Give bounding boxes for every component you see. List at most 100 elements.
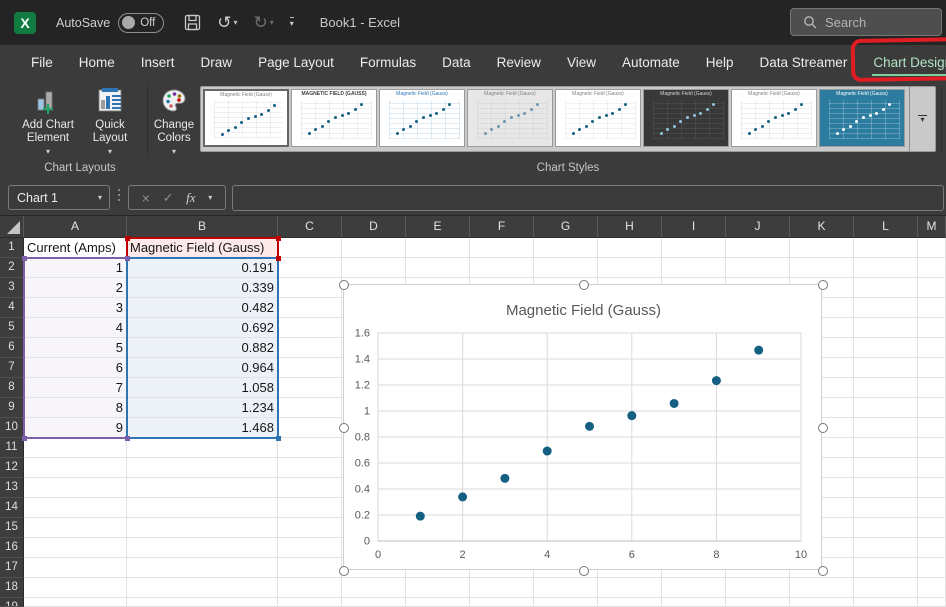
grid-cell[interactable] — [790, 258, 854, 278]
grid-cell[interactable] — [918, 498, 946, 518]
grid-cell[interactable] — [278, 298, 342, 318]
save-button[interactable] — [184, 14, 201, 31]
grid-cell[interactable]: 0.191 — [127, 258, 278, 278]
grid-cell[interactable] — [918, 558, 946, 578]
name-box[interactable]: Chart 1 ▾ — [8, 185, 110, 210]
grid-cell[interactable] — [854, 418, 918, 438]
column-header-G[interactable]: G — [534, 216, 598, 238]
column-header-K[interactable]: K — [790, 216, 854, 238]
grid-cell[interactable] — [278, 278, 342, 298]
grid-cell[interactable] — [406, 578, 470, 598]
grid-cell[interactable] — [854, 558, 918, 578]
grid-cell[interactable] — [918, 378, 946, 398]
grid-cell[interactable] — [278, 438, 342, 458]
grid-cell[interactable] — [662, 238, 726, 258]
grid-cell[interactable] — [918, 278, 946, 298]
grid-cell[interactable] — [662, 598, 726, 607]
grid-cell[interactable] — [918, 338, 946, 358]
chart-style-thumbnail[interactable]: Magnetic Field (Gauss) — [555, 89, 641, 147]
tab-file[interactable]: File — [18, 45, 66, 80]
chart-object[interactable]: Magnetic Field (Gauss)00.20.40.60.811.21… — [343, 284, 822, 570]
grid-cell[interactable] — [726, 258, 790, 278]
chevron-down-icon[interactable]: ▾ — [233, 18, 237, 27]
grid-cell[interactable] — [406, 598, 470, 607]
grid-cell[interactable] — [24, 518, 127, 538]
data-point[interactable] — [543, 447, 552, 456]
row-header-8[interactable]: 8 — [0, 378, 24, 398]
grid-cell[interactable] — [24, 458, 127, 478]
grid-cell[interactable]: 1 — [24, 258, 127, 278]
data-point[interactable] — [458, 492, 467, 501]
data-point[interactable] — [500, 474, 509, 483]
chart-resize-handle[interactable] — [818, 423, 828, 433]
grid-cell[interactable] — [854, 258, 918, 278]
tab-insert[interactable]: Insert — [128, 45, 188, 80]
grid-cell[interactable] — [598, 238, 662, 258]
select-all-button[interactable] — [0, 216, 24, 238]
grid-cell[interactable] — [662, 578, 726, 598]
data-point[interactable] — [585, 422, 594, 431]
gallery-more-button[interactable]: ▾ — [909, 87, 935, 151]
grid-cell[interactable] — [918, 518, 946, 538]
grid-cell[interactable] — [918, 578, 946, 598]
tab-chart-design[interactable]: Chart Design — [860, 45, 946, 80]
redo-button[interactable]: ↻▾ — [253, 13, 273, 33]
grid-cell[interactable] — [470, 598, 534, 607]
tab-review[interactable]: Review — [484, 45, 554, 80]
chart-resize-handle[interactable] — [339, 423, 349, 433]
grid-cell[interactable]: 1.234 — [127, 398, 278, 418]
grid-cell[interactable] — [278, 478, 342, 498]
row-header-16[interactable]: 16 — [0, 538, 24, 558]
grid-cell[interactable] — [24, 478, 127, 498]
row-header-11[interactable]: 11 — [0, 438, 24, 458]
chart-title[interactable]: Magnetic Field (Gauss) — [506, 302, 661, 319]
enter-icon[interactable]: ✓ — [163, 190, 174, 206]
grid-cell[interactable] — [918, 358, 946, 378]
grid-cell[interactable] — [470, 238, 534, 258]
grid-cell[interactable] — [854, 438, 918, 458]
tab-data[interactable]: Data — [429, 45, 484, 80]
grid-cell[interactable] — [790, 598, 854, 607]
grid-cell[interactable] — [342, 598, 406, 607]
grid-cell[interactable] — [278, 578, 342, 598]
grid-cell[interactable] — [534, 238, 598, 258]
grid-cell[interactable] — [127, 458, 278, 478]
grid-cell[interactable] — [854, 458, 918, 478]
chevron-down-icon[interactable]: ▾ — [98, 193, 102, 202]
column-header-L[interactable]: L — [854, 216, 918, 238]
grid-cell[interactable] — [24, 558, 127, 578]
tab-home[interactable]: Home — [66, 45, 128, 80]
excel-logo-icon[interactable]: X — [14, 12, 36, 34]
grid-cell[interactable] — [598, 258, 662, 278]
grid-cell[interactable] — [127, 558, 278, 578]
data-point[interactable] — [754, 346, 763, 355]
row-header-10[interactable]: 10 — [0, 418, 24, 438]
chart-style-thumbnail[interactable]: Magnetic Field (Gauss) — [467, 89, 553, 147]
chart-resize-handle[interactable] — [339, 566, 349, 576]
grid-cell[interactable] — [278, 518, 342, 538]
grid-cell[interactable] — [127, 498, 278, 518]
grid-cell[interactable] — [854, 378, 918, 398]
grid-cell[interactable]: 0.692 — [127, 318, 278, 338]
chart-style-thumbnail[interactable]: Magnetic Field (Gauss) — [731, 89, 817, 147]
grid-cell[interactable]: 5 — [24, 338, 127, 358]
quick-layout-button[interactable]: Quick Layout ▾ — [80, 85, 140, 161]
grid-cell[interactable]: 8 — [24, 398, 127, 418]
chart-resize-handle[interactable] — [579, 566, 589, 576]
grid-cell[interactable] — [127, 518, 278, 538]
grid-cell[interactable] — [662, 258, 726, 278]
row-header-14[interactable]: 14 — [0, 498, 24, 518]
grid-cell[interactable] — [854, 478, 918, 498]
chart-resize-handle[interactable] — [579, 280, 589, 290]
grid-cell[interactable] — [854, 298, 918, 318]
grid-cell[interactable] — [726, 578, 790, 598]
formula-bar-drag-handle[interactable] — [118, 189, 120, 201]
grid-cell[interactable] — [598, 598, 662, 607]
grid-cell[interactable] — [24, 538, 127, 558]
add-chart-element-button[interactable]: Add Chart Element ▾ — [18, 85, 78, 161]
grid-cell[interactable] — [598, 578, 662, 598]
grid-cell[interactable] — [854, 338, 918, 358]
column-header-J[interactable]: J — [726, 216, 790, 238]
search-input[interactable]: Search — [790, 8, 942, 36]
grid-cell[interactable] — [278, 238, 342, 258]
